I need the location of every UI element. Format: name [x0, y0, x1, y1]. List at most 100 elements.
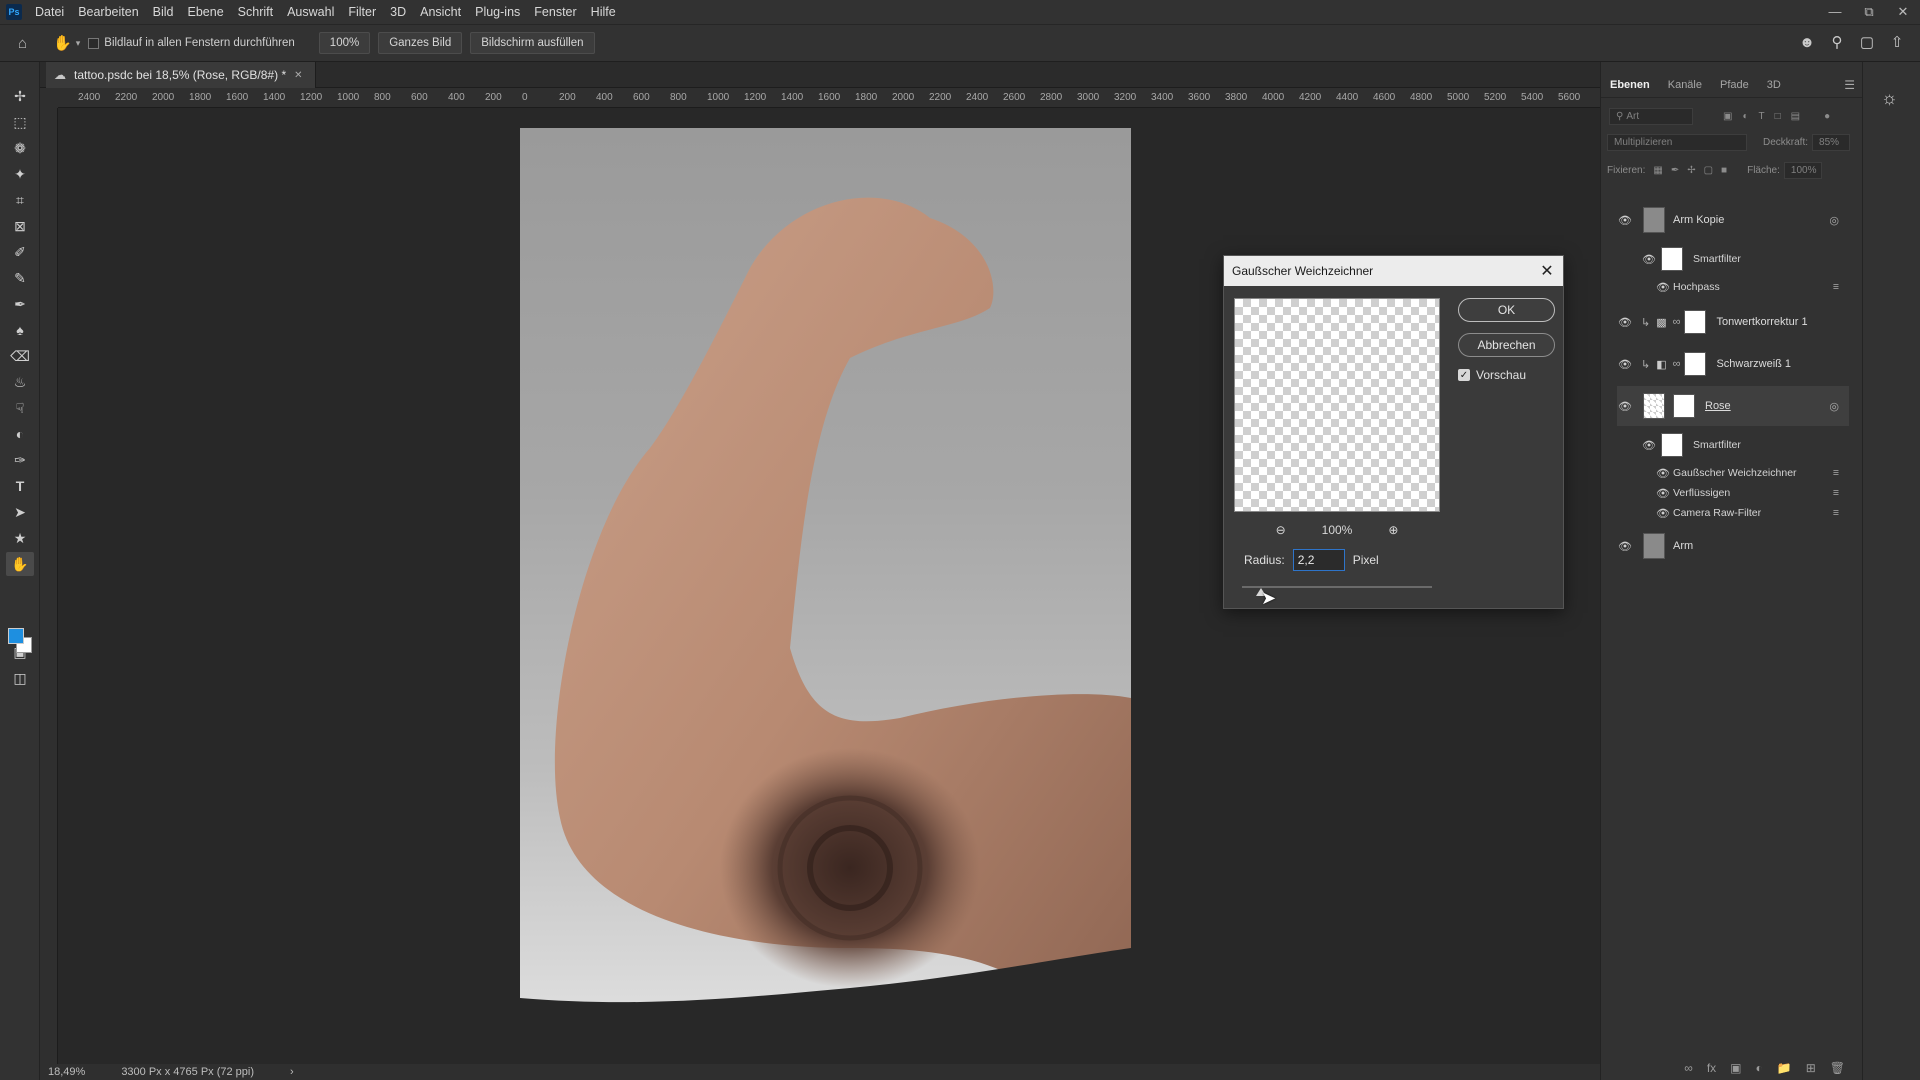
- layer-arm[interactable]: 👁 Arm: [1617, 528, 1849, 564]
- menu-hilfe[interactable]: Hilfe: [584, 0, 623, 24]
- filter-options-icon[interactable]: ≡: [1833, 281, 1839, 293]
- horizontal-ruler[interactable]: 2400 2200 2000 1800 1600 1400 1200 1000 800 600 40…: [58, 88, 1600, 108]
- chevron-down-icon[interactable]: ▾: [76, 38, 81, 49]
- restore-icon[interactable]: ⧉: [1852, 4, 1886, 20]
- share-icon[interactable]: ⇧: [1888, 34, 1906, 52]
- visibility-eye-icon[interactable]: 👁: [1655, 467, 1671, 480]
- shape-tool-icon[interactable]: ★: [6, 526, 34, 550]
- menu-bild[interactable]: Bild: [146, 0, 181, 24]
- filter-options-icon[interactable]: ≡: [1833, 507, 1839, 519]
- visibility-eye-icon[interactable]: 👁: [1655, 487, 1671, 500]
- stamp-tool-icon[interactable]: ♠: [6, 318, 34, 342]
- smartfilter-row-2[interactable]: 👁 Smartfilter: [1617, 430, 1849, 460]
- filter-options-icon[interactable]: ≡: [1833, 467, 1839, 479]
- filter-options-icon[interactable]: ≡: [1833, 487, 1839, 499]
- filter-verfluessigen[interactable]: 👁 Verflüssigen ≡: [1617, 484, 1849, 502]
- visibility-eye-icon[interactable]: 👁: [1641, 439, 1657, 452]
- filter-shape-icon[interactable]: □: [1775, 111, 1781, 122]
- checkbox-box[interactable]: [88, 37, 100, 49]
- visibility-eye-icon[interactable]: 👁: [1617, 358, 1633, 371]
- zoom-out-icon[interactable]: ⊖: [1276, 523, 1286, 537]
- tab-ebenen[interactable]: Ebenen: [1601, 72, 1659, 98]
- filter-toggle-icon[interactable]: ●: [1824, 111, 1830, 122]
- layer-search-input[interactable]: ⚲ Art: [1609, 108, 1693, 125]
- smartfilter-row-1[interactable]: 👁 Smartfilter: [1617, 244, 1849, 274]
- filter-pixel-icon[interactable]: ▣: [1723, 111, 1732, 122]
- menu-datei[interactable]: Datei: [28, 0, 71, 24]
- path-selection-tool-icon[interactable]: ➤: [6, 500, 34, 524]
- adjustment-layer-icon[interactable]: ◐: [1756, 1061, 1763, 1075]
- hand-tool-icon[interactable]: ✋: [6, 552, 34, 576]
- eraser-tool-icon[interactable]: ⌫: [6, 344, 34, 368]
- layer-arm-kopie[interactable]: 👁 Arm Kopie ◎: [1617, 202, 1849, 238]
- workspace-icon[interactable]: ▢: [1858, 34, 1876, 52]
- link-layers-icon[interactable]: ∞: [1684, 1061, 1693, 1075]
- blur-preview-window[interactable]: [1234, 298, 1440, 512]
- visibility-eye-icon[interactable]: 👁: [1617, 540, 1633, 553]
- fx-icon[interactable]: fx: [1707, 1061, 1716, 1075]
- home-icon[interactable]: ⌂: [18, 35, 27, 52]
- visibility-eye-icon[interactable]: 👁: [1655, 507, 1671, 520]
- minimize-icon[interactable]: —: [1818, 4, 1852, 20]
- menu-auswahl[interactable]: Auswahl: [280, 0, 341, 24]
- frame-tool-icon[interactable]: ⊠: [6, 214, 34, 238]
- paint-bucket-tool-icon[interactable]: ♨: [6, 370, 34, 394]
- tab-pfade[interactable]: Pfade: [1711, 72, 1758, 98]
- vertical-ruler[interactable]: [40, 108, 58, 1064]
- link-icon[interactable]: ∞: [1673, 358, 1681, 370]
- lock-transparency-icon[interactable]: ▦: [1653, 165, 1662, 176]
- menu-schrift[interactable]: Schrift: [231, 0, 280, 24]
- user-icon[interactable]: ☻: [1798, 34, 1816, 52]
- move-tool-icon[interactable]: ✢: [6, 84, 34, 108]
- lasso-tool-icon[interactable]: ❁: [6, 136, 34, 160]
- radius-input[interactable]: [1292, 549, 1345, 571]
- preview-checkbox-row[interactable]: ✓ Vorschau: [1458, 368, 1526, 382]
- type-tool-icon[interactable]: T: [6, 474, 34, 498]
- panel-menu-icon[interactable]: ☰: [1844, 78, 1855, 92]
- new-group-icon[interactable]: 📁: [1777, 1061, 1792, 1075]
- lock-all-icon[interactable]: ■: [1721, 165, 1727, 176]
- add-mask-icon[interactable]: ▣: [1730, 1061, 1741, 1075]
- hand-tool-icon[interactable]: ✋: [53, 34, 72, 52]
- opacity-input[interactable]: 85%: [1812, 134, 1851, 151]
- preview-checkbox[interactable]: ✓: [1458, 369, 1470, 381]
- menu-fenster[interactable]: Fenster: [527, 0, 583, 24]
- search-icon[interactable]: ⚲: [1828, 34, 1846, 52]
- document-tab[interactable]: ☁ tattoo.psdc bei 18,5% (Rose, RGB/8#) *…: [46, 62, 316, 88]
- menu-ebene[interactable]: Ebene: [181, 0, 231, 24]
- menu-3d[interactable]: 3D: [383, 0, 413, 24]
- magic-wand-tool-icon[interactable]: ✦: [6, 162, 34, 186]
- visibility-eye-icon[interactable]: 👁: [1617, 316, 1633, 329]
- cancel-button[interactable]: Abbrechen: [1458, 333, 1555, 357]
- menu-plugins[interactable]: Plug-ins: [468, 0, 527, 24]
- tab-kanaele[interactable]: Kanäle: [1659, 72, 1711, 98]
- pen-tool-icon[interactable]: ✑: [6, 448, 34, 472]
- filter-smart-icon[interactable]: ▤: [1791, 111, 1800, 122]
- chevron-right-icon[interactable]: ›: [290, 1066, 294, 1078]
- marquee-tool-icon[interactable]: ⬚: [6, 110, 34, 134]
- zoom-level[interactable]: 18,49%: [48, 1066, 85, 1078]
- visibility-eye-icon[interactable]: 👁: [1641, 253, 1657, 266]
- lock-pixels-icon[interactable]: ✒: [1671, 165, 1679, 176]
- healing-brush-tool-icon[interactable]: ✎: [6, 266, 34, 290]
- learn-panel-icon[interactable]: ☼: [1881, 88, 1898, 109]
- filter-gauss[interactable]: 👁 Gaußscher Weichzeichner ≡: [1617, 464, 1849, 482]
- close-icon[interactable]: ✕: [1532, 256, 1562, 286]
- zoom-100-button[interactable]: 100%: [318, 32, 371, 54]
- layer-schwarzweiss[interactable]: 👁 ↳ ◧ ∞ Schwarzweiß 1: [1617, 346, 1849, 382]
- layer-tonwertkorrektur[interactable]: 👁 ↳ ▩ ∞ Tonwertkorrektur 1: [1617, 304, 1849, 340]
- filter-hochpass[interactable]: 👁 Hochpass ≡: [1617, 278, 1849, 296]
- blend-mode-select[interactable]: Multiplizieren: [1607, 134, 1747, 151]
- link-icon[interactable]: ∞: [1673, 316, 1681, 328]
- dodge-tool-icon[interactable]: ◐: [6, 422, 34, 446]
- filter-adjust-icon[interactable]: ◐: [1742, 111, 1748, 122]
- fill-input[interactable]: 100%: [1783, 162, 1822, 179]
- close-window-icon[interactable]: ✕: [1886, 4, 1920, 20]
- menu-bearbeiten[interactable]: Bearbeiten: [71, 0, 145, 24]
- filter-camera-raw[interactable]: 👁 Camera Raw-Filter ≡: [1617, 504, 1849, 522]
- menu-filter[interactable]: Filter: [341, 0, 383, 24]
- eyedropper-tool-icon[interactable]: ✐: [6, 240, 34, 264]
- layer-rose[interactable]: 👁 Rose ◎: [1617, 386, 1849, 426]
- lock-artboard-icon[interactable]: ▢: [1704, 165, 1713, 176]
- zoom-in-icon[interactable]: ⊕: [1388, 523, 1398, 537]
